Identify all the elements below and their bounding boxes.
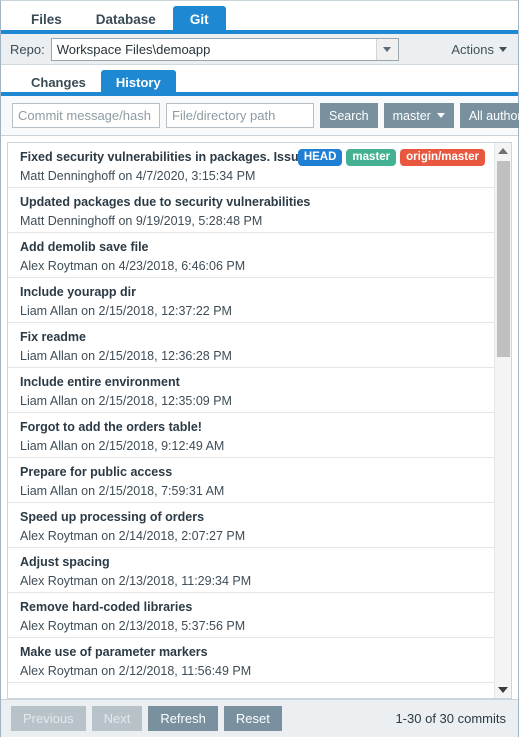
commit-row[interactable]: Fix readme Liam Allan on 2/15/2018, 12:36… (8, 323, 494, 368)
tab-history[interactable]: History (100, 70, 176, 96)
chevron-down-icon (436, 113, 445, 118)
commit-row[interactable]: Make use of parameter markers Alex Roytma… (8, 638, 494, 683)
triangle-down-glyph (498, 687, 508, 693)
tab-database[interactable]: Database (79, 6, 173, 34)
search-button-label: Search (329, 108, 369, 123)
next-button[interactable]: Next (91, 706, 143, 731)
commit-message: Remove hard-coded libraries (20, 600, 193, 614)
history-filter-bar: Search master All authors (1, 96, 519, 136)
triangle-down-icon[interactable] (495, 682, 511, 698)
author-dropdown-label: All authors (468, 108, 519, 123)
previous-button[interactable]: Previous (11, 706, 86, 731)
branch-dropdown-button[interactable]: master (383, 103, 454, 128)
commit-row[interactable]: Remove hard-coded libraries Alex Roytman … (8, 593, 494, 638)
ref-badge: origin/master (400, 149, 485, 166)
commit-row[interactable]: Fixed security vulnerabilities in packag… (8, 143, 494, 188)
commit-message: Prepare for public access (20, 465, 173, 479)
ref-badge: master (346, 149, 397, 166)
caret-down-icon (499, 46, 507, 52)
commit-author-date: Alex Roytman on 4/23/2018, 6:46:06 PM (20, 259, 246, 273)
commit-message-input[interactable] (12, 103, 160, 128)
triangle-up-glyph (498, 148, 508, 154)
git-history-panel: Files Database Git Repo: Workspace Files… (0, 0, 519, 737)
git-tab-bar: Changes History (1, 65, 518, 96)
commit-list-container: Fixed security vulnerabilities in packag… (7, 142, 512, 699)
repo-label: Repo: (10, 41, 45, 57)
chevron-down-glyph (383, 46, 392, 52)
repo-bar: Repo: Workspace Files\demoapp Actions (1, 34, 518, 65)
commit-count-label: 1-30 of 30 commits (395, 711, 506, 726)
commit-author-date: Liam Allan on 2/15/2018, 9:12:49 AM (20, 439, 225, 453)
scrollbar-thumb[interactable] (497, 161, 510, 357)
commit-author-date: Liam Allan on 2/15/2018, 7:59:31 AM (20, 484, 225, 498)
author-dropdown-button[interactable]: All authors (459, 103, 519, 128)
commit-row[interactable]: Include entire environment Liam Allan on … (8, 368, 494, 413)
file-path-input[interactable] (166, 103, 314, 128)
commit-ref-badges: HEAD master origin/master (297, 149, 485, 166)
commit-author-date: Alex Roytman on 2/13/2018, 11:29:34 PM (20, 574, 252, 588)
commit-row[interactable]: Adjust spacing Alex Roytman on 2/13/2018,… (8, 548, 494, 593)
commit-row[interactable]: Prepare for public access Liam Allan on 2… (8, 458, 494, 503)
commit-author-date: Liam Allan on 2/15/2018, 12:35:09 PM (20, 394, 232, 408)
commit-message: Include entire environment (20, 375, 180, 389)
commit-message: Include yourapp dir (20, 285, 136, 299)
commit-message: Make use of parameter markers (20, 645, 208, 659)
repo-select-value: Workspace Files\demoapp (56, 41, 211, 57)
commit-row[interactable]: Add demolib save file Alex Roytman on 4/2… (8, 233, 494, 278)
commit-author-date: Alex Roytman on 2/12/2018, 11:56:49 PM (20, 664, 252, 678)
refresh-button[interactable]: Refresh (148, 706, 218, 731)
commit-list-scrollbar[interactable] (494, 143, 511, 698)
commit-list[interactable]: Fixed security vulnerabilities in packag… (8, 143, 494, 698)
commit-author-date: Matt Denninghoff on 9/19/2019, 5:28:48 P… (20, 214, 263, 228)
commit-message: Adjust spacing (20, 555, 110, 569)
tab-git[interactable]: Git (172, 6, 226, 34)
commit-row[interactable]: Speed up processing of orders Alex Roytma… (8, 503, 494, 548)
pagination-footer: Previous Next Refresh Reset 1-30 of 30 c… (1, 699, 518, 737)
branch-dropdown-label: master (392, 108, 431, 123)
commit-author-date: Alex Roytman on 2/14/2018, 2:07:27 PM (20, 529, 246, 543)
main-tab-bar: Files Database Git (1, 1, 518, 34)
commit-row[interactable]: Updated packages due to security vulnera… (8, 188, 494, 233)
commit-message: Fix readme (20, 330, 87, 344)
chevron-down-icon[interactable] (375, 38, 398, 60)
commit-row[interactable]: Include yourapp dir Liam Allan on 2/15/20… (8, 278, 494, 323)
commit-message: Add demolib save file (20, 240, 149, 254)
commit-author-date: Alex Roytman on 2/13/2018, 5:37:56 PM (20, 619, 246, 633)
commit-row[interactable]: Forgot to add the orders table! Liam Alla… (8, 413, 494, 458)
actions-menu-label: Actions (451, 41, 494, 57)
commit-message: Updated packages due to security vulnera… (20, 195, 311, 209)
tab-changes[interactable]: Changes (16, 70, 101, 96)
tab-files[interactable]: Files (14, 6, 79, 34)
ref-badge: HEAD (297, 149, 343, 166)
commit-author-date: Liam Allan on 2/15/2018, 12:36:28 PM (20, 349, 232, 363)
actions-menu-button[interactable]: Actions (451, 42, 511, 57)
reset-button[interactable]: Reset (223, 706, 282, 731)
triangle-up-icon[interactable] (495, 143, 511, 159)
commit-message: Speed up processing of orders (20, 510, 205, 524)
commit-message: Forgot to add the orders table! (20, 420, 202, 434)
commit-author-date: Liam Allan on 2/15/2018, 12:37:22 PM (20, 304, 232, 318)
repo-select[interactable]: Workspace Files\demoapp (50, 37, 399, 61)
commit-author-date: Matt Denninghoff on 4/7/2020, 3:15:34 PM (20, 169, 256, 183)
search-button[interactable]: Search (320, 103, 378, 128)
